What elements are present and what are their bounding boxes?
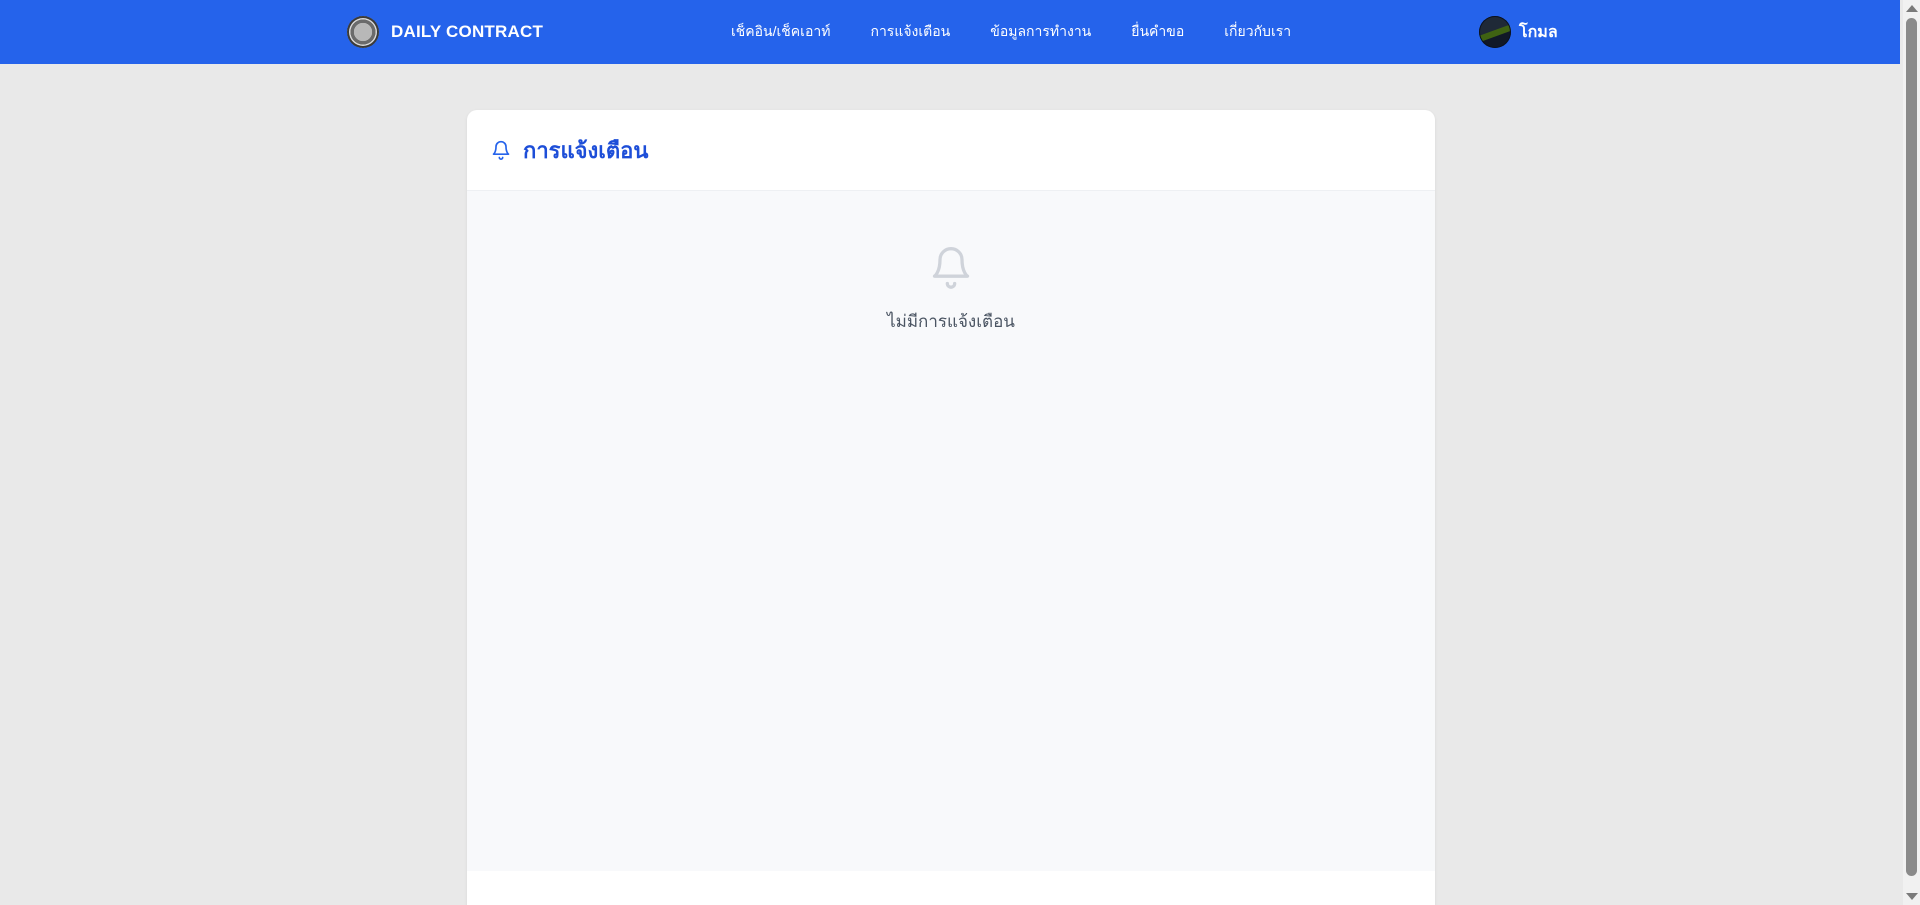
empty-bell-icon — [929, 243, 973, 296]
scroll-up-arrow-icon[interactable] — [1906, 5, 1918, 12]
vertical-scrollbar[interactable] — [1903, 0, 1920, 905]
scrollbar-thumb[interactable] — [1906, 18, 1917, 876]
nav-item-checkin-checkout[interactable]: เช็คอิน/เช็คเอาท์ — [731, 21, 830, 43]
top-navbar: DAILY CONTRACT เช็คอิน/เช็คเอาท์ การแจ้ง… — [0, 0, 1900, 64]
card-body: ไม่มีการแจ้งเตือน — [467, 191, 1435, 871]
nav-item-notifications[interactable]: การแจ้งเตือน — [870, 21, 950, 43]
nav-item-work-info[interactable]: ข้อมูลการทำงาน — [990, 21, 1091, 43]
nav-item-about[interactable]: เกี่ยวกับเรา — [1224, 21, 1291, 43]
brand-logo — [347, 16, 379, 48]
user-name: โกมล — [1519, 23, 1558, 41]
scroll-down-arrow-icon[interactable] — [1906, 893, 1918, 900]
user-menu[interactable]: โกมล — [1479, 16, 1558, 48]
card-header: การแจ้งเตือน — [467, 110, 1435, 191]
page-title: การแจ้งเตือน — [523, 137, 649, 163]
empty-state: ไม่มีการแจ้งเตือน — [467, 243, 1435, 335]
notifications-card: การแจ้งเตือน ไม่มีการแจ้งเตือน — [467, 110, 1435, 905]
brand-name: DAILY CONTRACT — [391, 22, 544, 41]
nav-links: เช็คอิน/เช็คเอาท์ การแจ้งเตือน ข้อมูลการ… — [731, 0, 1291, 64]
user-avatar[interactable] — [1479, 16, 1511, 48]
empty-message: ไม่มีการแจ้งเตือน — [887, 312, 1015, 331]
bell-icon — [491, 139, 511, 161]
nav-item-requests[interactable]: ยื่นคำขอ — [1131, 21, 1184, 43]
brand[interactable]: DAILY CONTRACT — [347, 16, 543, 48]
